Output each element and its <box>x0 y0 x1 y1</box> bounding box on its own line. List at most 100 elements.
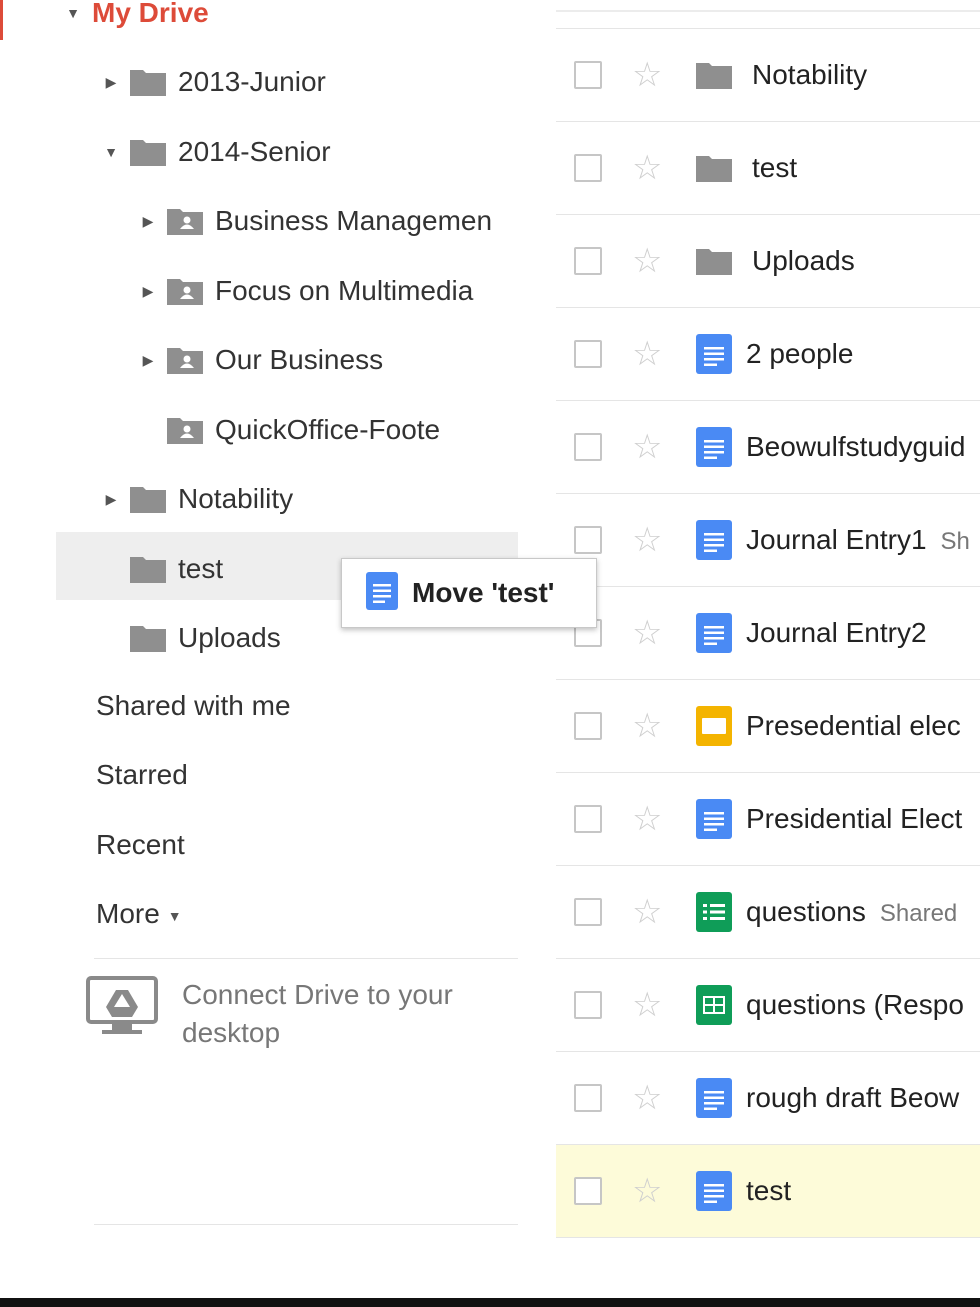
star-icon[interactable]: ☆ <box>632 430 662 464</box>
folder-label: Notability <box>178 483 294 514</box>
shared-label: Sh <box>940 528 970 555</box>
row-checkbox[interactable] <box>574 526 602 554</box>
sidebar-folder-2013-junior[interactable]: ▶ 2013-Junior <box>104 59 326 105</box>
file-row[interactable]: ☆ questions Shared <box>556 866 980 959</box>
file-list: ☆ Notability ☆ test ☆ Uploads ☆ 2 people ☆ Beowul… <box>556 0 980 1307</box>
star-icon[interactable]: ☆ <box>632 151 662 185</box>
folder-icon <box>130 138 166 166</box>
sidebar-item-shared-with-me[interactable]: Shared with me <box>96 686 291 726</box>
row-checkbox[interactable] <box>574 433 602 461</box>
star-icon[interactable]: ☆ <box>632 1081 662 1115</box>
star-icon[interactable]: ☆ <box>632 895 662 929</box>
sidebar-folder-2014-senior[interactable]: ▼ 2014-Senior <box>104 129 331 175</box>
connect-drive-text: Connect Drive to your desktop <box>182 979 453 1048</box>
file-name[interactable]: Journal Entry2 <box>746 617 927 649</box>
star-icon[interactable]: ☆ <box>632 802 662 836</box>
drag-move-tooltip: Move 'test' <box>341 558 597 628</box>
sidebar-folder-test[interactable]: ▶ test <box>104 546 223 592</box>
star-icon[interactable]: ☆ <box>632 709 662 743</box>
row-checkbox[interactable] <box>574 1084 602 1112</box>
sidebar-folder-focus-on-multimedia[interactable]: ▶ Focus on Multimedia <box>141 268 474 314</box>
file-name[interactable]: questions <box>746 896 866 927</box>
caret-right-icon[interactable]: ▶ <box>104 74 118 90</box>
star-icon[interactable]: ☆ <box>632 244 662 278</box>
file-row[interactable]: ☆ Journal Entry2 <box>556 587 980 680</box>
connect-drive-link[interactable]: Connect Drive to your desktop <box>86 976 502 1052</box>
file-row[interactable]: ☆ questions (Respo <box>556 959 980 1052</box>
sidebar-item-more[interactable]: More ▼ <box>96 894 182 934</box>
caret-down-icon[interactable]: ▼ <box>104 144 118 160</box>
row-checkbox[interactable] <box>574 1177 602 1205</box>
file-name[interactable]: Uploads <box>752 245 855 277</box>
folder-icon <box>130 485 166 513</box>
row-checkbox[interactable] <box>574 898 602 926</box>
file-name[interactable]: rough draft Beow <box>746 1082 959 1114</box>
row-checkbox[interactable] <box>574 61 602 89</box>
star-icon[interactable]: ☆ <box>632 58 662 92</box>
file-row[interactable]: ☆ 2 people <box>556 308 980 401</box>
caret-down-icon: ▼ <box>167 907 182 924</box>
file-row[interactable]: ☆ rough draft Beow <box>556 1052 980 1145</box>
file-name-group: questions Shared <box>746 896 957 928</box>
docs-icon <box>696 1171 732 1211</box>
sidebar: ▼ My Drive ▶ 2013-Junior ▼ 2014-Senior ▶… <box>0 0 540 1307</box>
file-row[interactable]: ☆ Presidential Elect <box>556 773 980 866</box>
docs-icon <box>696 520 732 560</box>
row-checkbox[interactable] <box>574 712 602 740</box>
file-row[interactable]: ☆ test <box>556 1145 980 1238</box>
file-name[interactable]: questions (Respo <box>746 989 964 1021</box>
star-icon[interactable]: ☆ <box>632 523 662 557</box>
file-name[interactable]: Journal Entry1 <box>746 524 927 555</box>
row-checkbox[interactable] <box>574 154 602 182</box>
caret-down-icon[interactable]: ▼ <box>66 5 80 21</box>
folder-label: Focus on Multimedia <box>215 275 474 306</box>
sidebar-item-my-drive[interactable]: ▼ My Drive <box>66 0 209 36</box>
caret-right-icon[interactable]: ▶ <box>104 491 118 507</box>
row-checkbox[interactable] <box>574 991 602 1019</box>
file-name[interactable]: Presedential elec <box>746 710 961 742</box>
more-label: More <box>96 898 160 929</box>
caret-right-icon[interactable]: ▶ <box>141 283 155 299</box>
file-name[interactable]: Beowulfstudyguid <box>746 431 965 463</box>
file-row[interactable]: ☆ Beowulfstudyguid <box>556 401 980 494</box>
caret-right-icon[interactable]: ▶ <box>141 352 155 368</box>
file-name[interactable]: test <box>746 1175 791 1207</box>
row-checkbox[interactable] <box>574 247 602 275</box>
file-row[interactable]: ☆ Notability <box>556 29 980 122</box>
docs-icon <box>366 571 398 615</box>
star-icon[interactable]: ☆ <box>632 988 662 1022</box>
sidebar-folder-quickoffice-foote[interactable]: ▶ QuickOffice-Foote <box>141 407 440 453</box>
sidebar-item-recent[interactable]: Recent <box>96 825 185 865</box>
file-name-group: Journal Entry1 Sh <box>746 524 970 556</box>
file-row[interactable]: ☆ Journal Entry1 Sh <box>556 494 980 587</box>
folder-icon <box>130 555 166 583</box>
folder-icon <box>130 624 166 652</box>
folder-label: 2014-Senior <box>178 136 331 167</box>
docs-icon <box>696 334 732 374</box>
row-checkbox[interactable] <box>574 340 602 368</box>
star-icon[interactable]: ☆ <box>632 337 662 371</box>
list-header-line <box>556 10 980 12</box>
sidebar-item-starred[interactable]: Starred <box>96 755 188 795</box>
drag-tooltip-label: Move 'test' <box>412 577 555 608</box>
file-name[interactable]: Notability <box>752 59 867 91</box>
sidebar-folder-uploads[interactable]: ▶ Uploads <box>104 615 281 661</box>
sidebar-folder-notability[interactable]: ▶ Notability <box>104 476 294 522</box>
file-row[interactable]: ☆ Presedential elec <box>556 680 980 773</box>
caret-right-icon[interactable]: ▶ <box>141 213 155 229</box>
folder-icon <box>696 61 732 89</box>
my-drive-label: My Drive <box>92 0 209 28</box>
file-row[interactable]: ☆ test <box>556 122 980 215</box>
docs-icon <box>696 427 732 467</box>
file-name[interactable]: 2 people <box>746 338 853 370</box>
file-name[interactable]: test <box>752 152 797 184</box>
star-icon[interactable]: ☆ <box>632 616 662 650</box>
sidebar-folder-business-management[interactable]: ▶ Business Managemen <box>141 198 519 244</box>
row-checkbox[interactable] <box>574 805 602 833</box>
shared-folder-icon <box>167 416 203 444</box>
sidebar-folder-our-business[interactable]: ▶ Our Business <box>141 337 383 383</box>
file-row[interactable]: ☆ Uploads <box>556 215 980 308</box>
star-icon[interactable]: ☆ <box>632 1174 662 1208</box>
file-name[interactable]: Presidential Elect <box>746 803 962 835</box>
folder-icon <box>696 247 732 275</box>
